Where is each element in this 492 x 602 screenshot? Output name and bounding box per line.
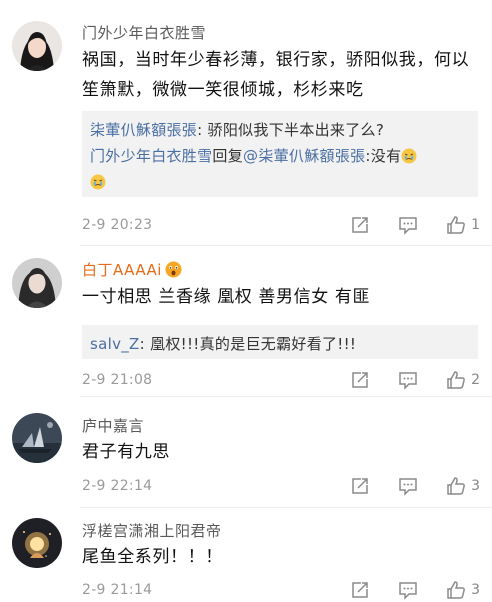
comment-item: 白丁AAAAi 一寸相思 兰香缘 凰权 善男信女 有匪 salv_Z: 凰权!!…	[0, 246, 492, 396]
reply-line: 门外少年白衣胜雪回复@柒葷仈穌額張張:没有	[90, 143, 478, 169]
like-button[interactable]: 2	[445, 369, 480, 391]
comment-text: 君子有九思	[82, 442, 170, 462]
repost-icon	[352, 372, 368, 388]
like-button[interactable]: 1	[445, 214, 480, 236]
comment-actions: 3	[323, 578, 480, 602]
like-count: 3	[471, 582, 480, 598]
avatar[interactable]	[12, 413, 62, 463]
like-count: 1	[471, 217, 480, 233]
reply-content: 没有	[370, 147, 402, 165]
reply-author[interactable]: salv_Z	[90, 335, 140, 353]
reply-content: 凰权!!!真的是巨无霸好看了!!!	[150, 335, 357, 353]
comment-actions: 3	[323, 474, 480, 498]
reply-box[interactable]: salv_Z: 凰权!!!真的是巨无霸好看了!!!	[82, 325, 478, 359]
reply-author[interactable]: 门外少年白衣胜雪	[90, 147, 212, 165]
reply-content: 骄阳似我下半本出来了么?	[207, 121, 385, 139]
thumbs-up-icon	[447, 477, 465, 495]
like-count: 3	[471, 478, 480, 494]
shocked-emoji-icon	[165, 261, 182, 278]
comment-text: 祸国，当时年少春衫薄，银行家，骄阳似我，何以笙箫默，微微一笑很倾城，杉杉来吃	[82, 50, 470, 100]
username[interactable]: 浮槎宫潇湘上阳君帝	[82, 520, 222, 541]
reply-author[interactable]: 柒葷仈穌額張張	[90, 121, 197, 139]
comment-item: 庐中嘉言 君子有九思 2-9 22:14 3	[0, 397, 492, 507]
thumbs-up-icon	[447, 216, 465, 234]
comment-button[interactable]	[397, 475, 419, 497]
crying-emoji-icon	[401, 146, 417, 164]
reply-mention[interactable]: @柒葷仈穌額張張	[243, 147, 365, 165]
comment-text: 尾鱼全系列！！！	[82, 547, 223, 567]
username-text[interactable]: 白丁AAAAi	[82, 261, 162, 279]
avatar[interactable]	[12, 518, 62, 568]
repost-icon	[352, 478, 368, 494]
avatar[interactable]	[12, 21, 62, 71]
username[interactable]: 门外少年白衣胜雪	[82, 22, 206, 43]
timestamp: 2-9 21:08	[82, 372, 153, 388]
thumbs-up-icon	[447, 371, 465, 389]
reply-separator: :	[197, 121, 208, 139]
reply-line: 柒葷仈穌額張張: 骄阳似我下半本出来了么?	[90, 117, 478, 143]
username[interactable]: 庐中嘉言	[82, 415, 144, 436]
timestamp: 2-9 21:14	[82, 582, 153, 598]
comment-actions: 1	[323, 213, 480, 237]
comment-item: 门外少年白衣胜雪 祸国，当时年少春衫薄，银行家，骄阳似我，何以笙箫默，微微一笑很…	[0, 0, 492, 246]
comment-actions: 2	[323, 368, 480, 392]
repost-icon	[352, 217, 368, 233]
reply-line	[90, 169, 478, 195]
reply-line: salv_Z: 凰权!!!真的是巨无霸好看了!!!	[90, 331, 478, 357]
comment-icon	[399, 217, 417, 235]
comment-icon	[399, 478, 417, 496]
comment-feed: 门外少年白衣胜雪 祸国，当时年少春衫薄，银行家，骄阳似我，何以笙箫默，微微一笑很…	[0, 0, 492, 600]
like-count: 2	[471, 372, 480, 388]
crying-emoji-icon	[90, 172, 106, 190]
repost-button[interactable]	[349, 475, 371, 497]
comment-icon	[399, 372, 417, 390]
reply-box[interactable]: 柒葷仈穌額張張: 骄阳似我下半本出来了么? 门外少年白衣胜雪回复@柒葷仈穌額張張…	[82, 111, 478, 197]
timestamp: 2-9 22:14	[82, 478, 153, 494]
reply-keyword: 回复	[212, 147, 244, 165]
comment-text: 一寸相思 兰香缘 凰权 善男信女 有匪	[82, 287, 371, 307]
repost-button[interactable]	[349, 369, 371, 391]
avatar[interactable]	[12, 258, 62, 308]
reply-separator: :	[139, 335, 151, 353]
timestamp: 2-9 20:23	[82, 217, 153, 233]
like-button[interactable]: 3	[445, 475, 480, 497]
comment-item: 浮槎宫潇湘上阳君帝 尾鱼全系列！！！ 2-9 21:14 3	[0, 508, 492, 600]
comment-button[interactable]	[397, 214, 419, 236]
username[interactable]: 白丁AAAAi	[82, 259, 182, 280]
repost-button[interactable]	[349, 214, 371, 236]
comment-button[interactable]	[397, 369, 419, 391]
